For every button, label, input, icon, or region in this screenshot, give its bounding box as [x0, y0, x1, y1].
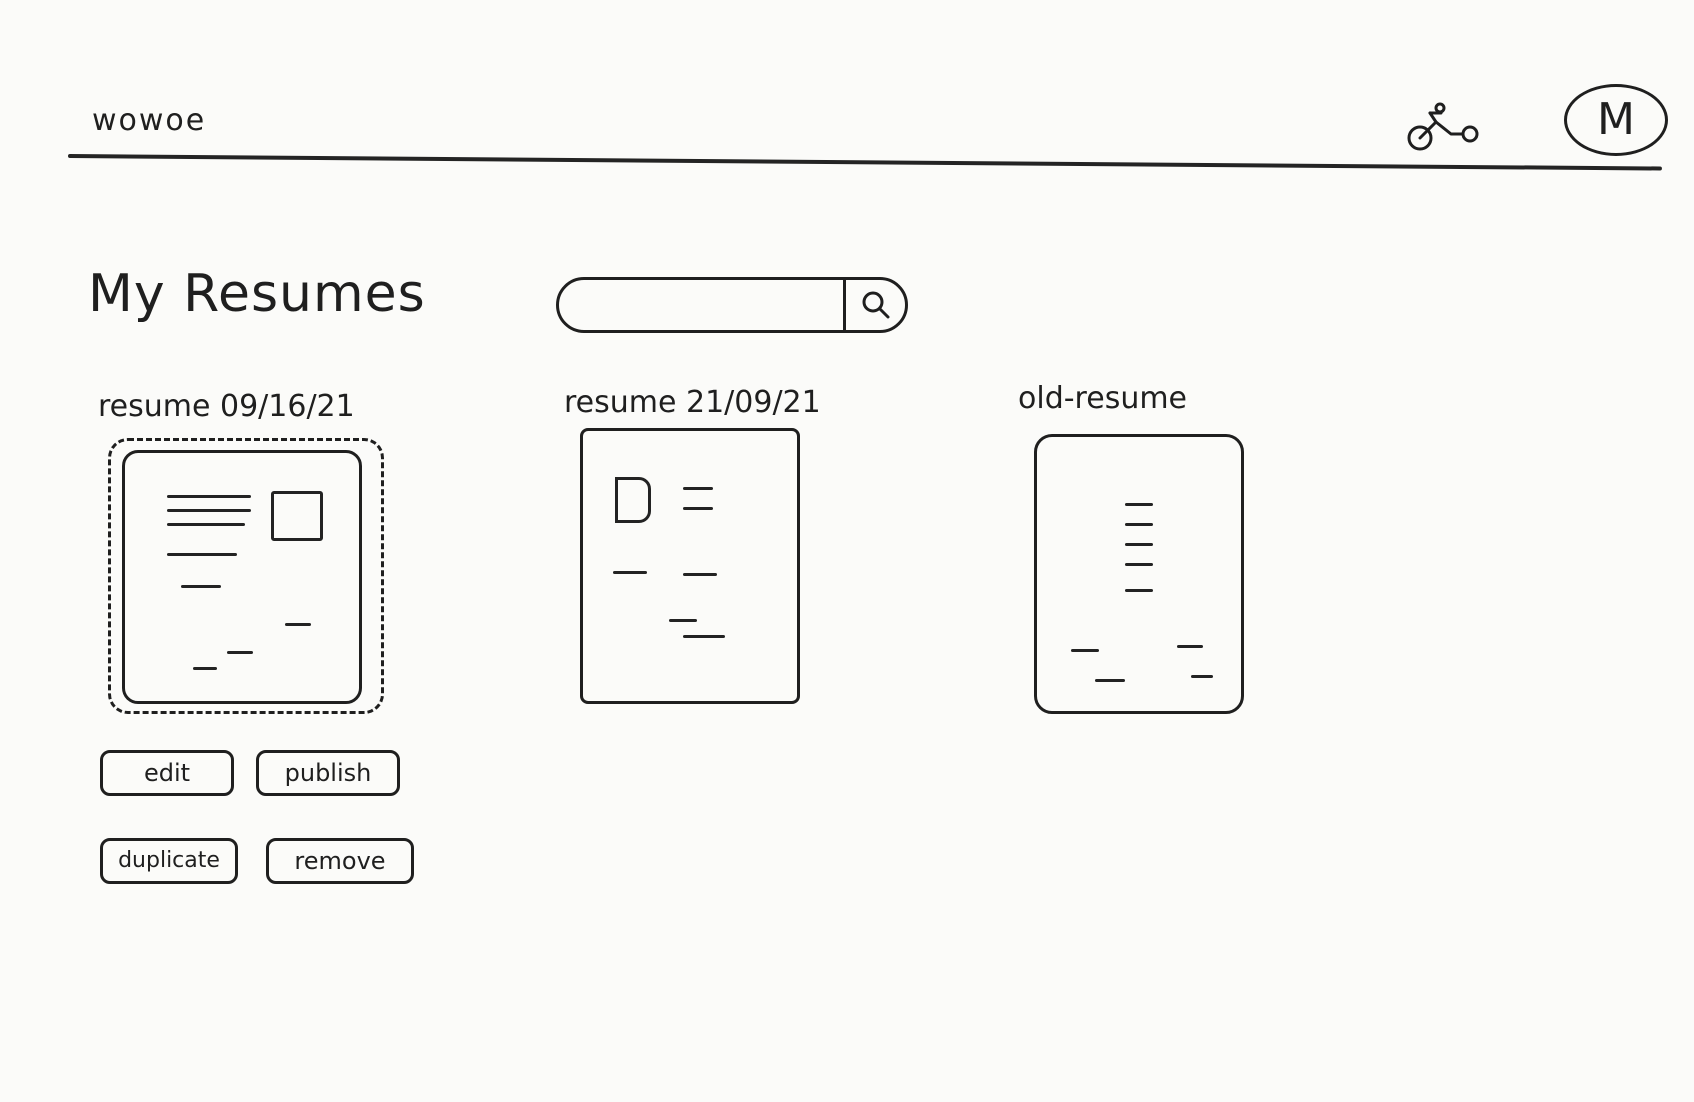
- resume-card-resume-09-16-21[interactable]: resume 09/16/21: [98, 392, 398, 730]
- search-bar: [556, 277, 908, 333]
- resume-line: [167, 553, 237, 556]
- resume-line: [1125, 503, 1153, 506]
- resume-line: [167, 509, 251, 512]
- resume-line: [167, 523, 245, 526]
- resume-line: [285, 623, 311, 626]
- resume-line: [1095, 679, 1125, 682]
- resume-line: [1125, 589, 1153, 592]
- remove-button[interactable]: remove: [266, 838, 414, 884]
- resume-line: [181, 585, 221, 588]
- resume-line: [1125, 523, 1153, 526]
- resume-line: [1177, 645, 1203, 648]
- search-input[interactable]: [569, 280, 829, 330]
- edit-button[interactable]: edit: [100, 750, 234, 796]
- resume-line: [613, 571, 647, 574]
- search-icon: [862, 291, 889, 319]
- resume-card-old-resume[interactable]: old-resume: [1018, 380, 1258, 730]
- avatar[interactable]: M: [1564, 84, 1668, 156]
- resume-thumbnail[interactable]: [580, 428, 800, 704]
- resume-line: [1125, 543, 1153, 546]
- resume-line: [167, 495, 251, 498]
- resume-thumbnail[interactable]: [1034, 434, 1244, 714]
- resume-line: [683, 507, 713, 510]
- resume-line: [1125, 563, 1153, 566]
- bike-icon[interactable]: [1402, 96, 1488, 160]
- resume-label[interactable]: resume 21/09/21: [564, 388, 821, 418]
- resume-line: [193, 667, 217, 670]
- resume-line: [683, 487, 713, 490]
- brand-logo[interactable]: wowoe: [92, 103, 206, 138]
- resume-photo: [271, 491, 323, 541]
- publish-button[interactable]: publish: [256, 750, 400, 796]
- resume-line: [1071, 649, 1099, 652]
- resume-line: [683, 573, 717, 576]
- page-title: My Resumes: [88, 264, 426, 324]
- resume-label[interactable]: resume 09/16/21: [98, 392, 355, 422]
- resume-label[interactable]: old-resume: [1018, 384, 1187, 414]
- duplicate-button[interactable]: duplicate: [100, 838, 238, 884]
- resume-line: [227, 651, 253, 654]
- resume-line: [1191, 675, 1213, 678]
- resume-line: [683, 635, 725, 638]
- resume-card-resume-21-09-21[interactable]: resume 21/09/21: [564, 382, 864, 722]
- resume-photo: [615, 477, 651, 523]
- page: wowoe M My Resumes resume 09/16/21 resum…: [0, 0, 1694, 1102]
- resume-line: [669, 619, 697, 622]
- search-button[interactable]: [843, 280, 905, 330]
- resume-thumbnail[interactable]: [122, 450, 362, 704]
